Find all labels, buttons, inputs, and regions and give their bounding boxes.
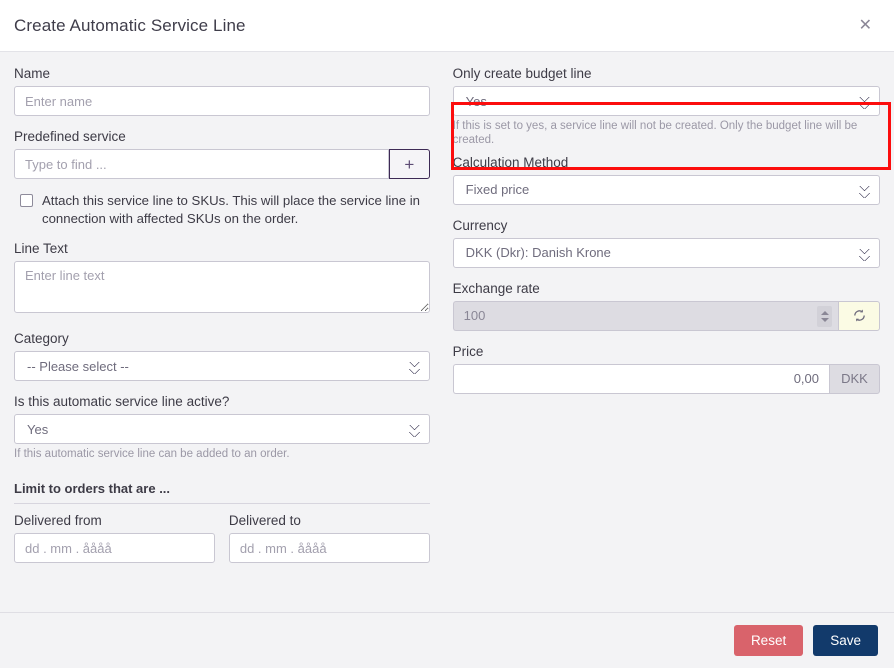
- predefined-service-group: +: [14, 149, 430, 179]
- name-input[interactable]: [14, 86, 430, 116]
- chevron-down-icon: [821, 318, 829, 322]
- field-price: Price DKK: [453, 344, 880, 394]
- field-currency: Currency DKK (Dkr): Danish Krone: [453, 218, 880, 268]
- field-predefined-service: Predefined service +: [14, 129, 430, 179]
- active-select[interactable]: Yes: [14, 414, 430, 444]
- modal-body: Name Predefined service + Attach this se…: [0, 52, 894, 612]
- field-delivered-to: Delivered to: [229, 513, 430, 563]
- only-create-budget-line-label: Only create budget line: [453, 66, 880, 81]
- category-select[interactable]: -- Please select --: [14, 351, 430, 381]
- chevron-up-icon: [821, 311, 829, 315]
- line-text-label: Line Text: [14, 241, 430, 256]
- field-category: Category -- Please select --: [14, 331, 430, 381]
- exchange-rate-stepper[interactable]: [817, 306, 832, 327]
- reset-button[interactable]: Reset: [734, 625, 803, 656]
- currency-select[interactable]: DKK (Dkr): Danish Krone: [453, 238, 880, 268]
- refresh-icon: [852, 308, 867, 323]
- active-label: Is this automatic service line active?: [14, 394, 430, 409]
- modal-footer: Reset Save: [0, 612, 894, 668]
- delivered-to-label: Delivered to: [229, 513, 430, 528]
- field-name: Name: [14, 66, 430, 116]
- field-delivered-from: Delivered from: [14, 513, 215, 563]
- delivered-to-input[interactable]: [229, 533, 430, 563]
- delivered-from-input[interactable]: [14, 533, 215, 563]
- category-label: Category: [14, 331, 430, 346]
- left-column: Name Predefined service + Attach this se…: [14, 66, 442, 612]
- predefined-service-input[interactable]: [14, 149, 389, 179]
- attach-to-skus-checkbox[interactable]: [20, 194, 33, 207]
- field-active: Is this automatic service line active? Y…: [14, 394, 430, 461]
- only-create-budget-line-help-text: If this is set to yes, a service line wi…: [453, 119, 880, 148]
- only-create-budget-line-select[interactable]: Yes: [453, 86, 880, 116]
- line-text-textarea[interactable]: [14, 261, 430, 313]
- right-column: Only create budget line Yes If this is s…: [453, 66, 880, 612]
- price-label: Price: [453, 344, 880, 359]
- field-only-create-budget-line: Only create budget line Yes If this is s…: [453, 66, 880, 148]
- active-help-text: If this automatic service line can be ad…: [14, 447, 430, 461]
- exchange-rate-label: Exchange rate: [453, 281, 880, 296]
- field-exchange-rate: Exchange rate 100: [453, 281, 880, 331]
- price-currency-suffix: DKK: [829, 364, 880, 394]
- calculation-method-select[interactable]: Fixed price: [453, 175, 880, 205]
- attach-to-skus-row[interactable]: Attach this service line to SKUs. This w…: [20, 192, 430, 227]
- field-calculation-method: Calculation Method Fixed price: [453, 155, 880, 205]
- page-title: Create Automatic Service Line: [14, 16, 246, 36]
- close-icon[interactable]: ✕: [853, 14, 878, 38]
- field-line-text: Line Text: [14, 241, 430, 318]
- delivered-from-label: Delivered from: [14, 513, 215, 528]
- predefined-service-label: Predefined service: [14, 129, 430, 144]
- save-button[interactable]: Save: [813, 625, 878, 656]
- attach-to-skus-label: Attach this service line to SKUs. This w…: [42, 192, 430, 227]
- price-input[interactable]: [453, 364, 829, 394]
- plus-icon[interactable]: +: [389, 149, 430, 179]
- exchange-rate-value: 100: [464, 308, 486, 323]
- exchange-rate-group: 100: [453, 301, 880, 331]
- exchange-rate-input: 100: [453, 301, 838, 331]
- price-group: DKK: [453, 364, 880, 394]
- currency-label: Currency: [453, 218, 880, 233]
- name-label: Name: [14, 66, 430, 81]
- limit-section-title: Limit to orders that are ...: [14, 481, 430, 504]
- refresh-exchange-rate-button[interactable]: [838, 301, 880, 331]
- modal-header: Create Automatic Service Line ✕: [0, 0, 894, 52]
- create-automatic-service-line-modal: Create Automatic Service Line ✕ Name Pre…: [0, 0, 894, 668]
- calculation-method-label: Calculation Method: [453, 155, 880, 170]
- delivered-date-row: Delivered from Delivered to: [14, 513, 430, 563]
